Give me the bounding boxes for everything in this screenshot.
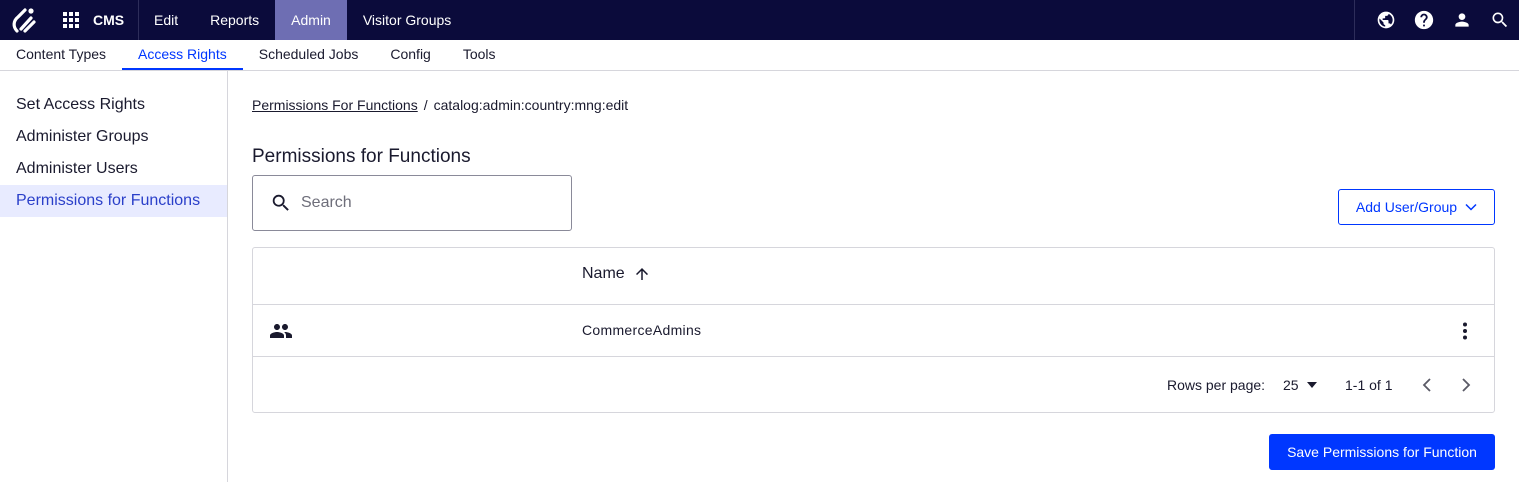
sort-ascending-icon: [635, 268, 648, 280]
rows-per-page-label: Rows per page:: [1167, 377, 1266, 393]
tab-access-rights[interactable]: Access Rights: [122, 40, 243, 70]
nav-divider: [138, 0, 139, 40]
help-icon[interactable]: [1405, 0, 1443, 40]
top-navigation-bar: CMS Edit Reports Admin Visitor Groups: [0, 0, 1519, 40]
admin-subnav: Content Types Access Rights Scheduled Jo…: [0, 40, 1519, 71]
pagination-range: 1-1 of 1: [1345, 377, 1393, 393]
breadcrumb-current: catalog:admin:country:mng:edit: [433, 97, 629, 113]
top-nav-reports[interactable]: Reports: [194, 0, 275, 40]
breadcrumb-separator: /: [423, 97, 428, 113]
globe-icon[interactable]: [1367, 0, 1405, 40]
sidebar-item-administer-users[interactable]: Administer Users: [0, 153, 227, 185]
breadcrumb: Permissions For Functions / catalog:admi…: [252, 97, 628, 113]
chevron-down-icon: [1465, 203, 1477, 211]
previous-page-icon[interactable]: [1415, 373, 1439, 397]
tab-scheduled-jobs[interactable]: Scheduled Jobs: [243, 40, 375, 70]
top-nav-edit[interactable]: Edit: [138, 0, 194, 40]
product-name[interactable]: CMS: [93, 0, 124, 40]
tab-tools[interactable]: Tools: [447, 40, 512, 70]
page-title: Permissions for Functions: [252, 146, 471, 167]
tab-config[interactable]: Config: [374, 40, 446, 70]
top-nav-admin[interactable]: Admin: [275, 0, 347, 40]
sidebar-item-administer-groups[interactable]: Administer Groups: [0, 121, 227, 153]
table-pagination: Rows per page: 25 1-1 of 1: [253, 357, 1494, 413]
row-name: CommerceAdmins: [582, 322, 702, 338]
rows-per-page-select[interactable]: 25: [1283, 377, 1317, 393]
more-options-icon[interactable]: [1453, 317, 1477, 345]
permissions-table: Name CommerceAdmins Rows per page: 25 1-…: [252, 247, 1495, 413]
search-field[interactable]: [252, 175, 572, 231]
app-switcher-icon[interactable]: [60, 0, 82, 40]
add-user-group-label: Add User/Group: [1355, 199, 1458, 215]
sidebar-item-permissions-for-functions[interactable]: Permissions for Functions: [0, 185, 227, 217]
table-header: Name: [253, 248, 1494, 305]
sidebar-item-set-access-rights[interactable]: Set Access Rights: [0, 89, 227, 121]
caret-down-icon: [1306, 382, 1317, 388]
add-user-group-button[interactable]: Add User/Group: [1338, 189, 1495, 225]
topbar-actions: [1354, 0, 1519, 40]
next-page-icon[interactable]: [1454, 373, 1478, 397]
sidebar: Set Access Rights Administer Groups Admi…: [0, 71, 228, 482]
column-header-name[interactable]: Name: [582, 265, 651, 283]
table-row[interactable]: CommerceAdmins: [253, 305, 1494, 357]
search-icon[interactable]: [1481, 0, 1519, 40]
user-icon[interactable]: [1443, 0, 1481, 40]
top-nav-visitor-groups[interactable]: Visitor Groups: [347, 0, 467, 40]
group-icon: [269, 319, 293, 348]
search-input[interactable]: [301, 194, 541, 212]
breadcrumb-link[interactable]: Permissions For Functions: [252, 97, 418, 113]
save-permissions-button[interactable]: Save Permissions for Function: [1269, 434, 1495, 470]
top-nav: Edit Reports Admin Visitor Groups: [138, 0, 467, 40]
optimizely-logo-icon[interactable]: [0, 0, 48, 40]
tab-content-types[interactable]: Content Types: [0, 40, 122, 70]
